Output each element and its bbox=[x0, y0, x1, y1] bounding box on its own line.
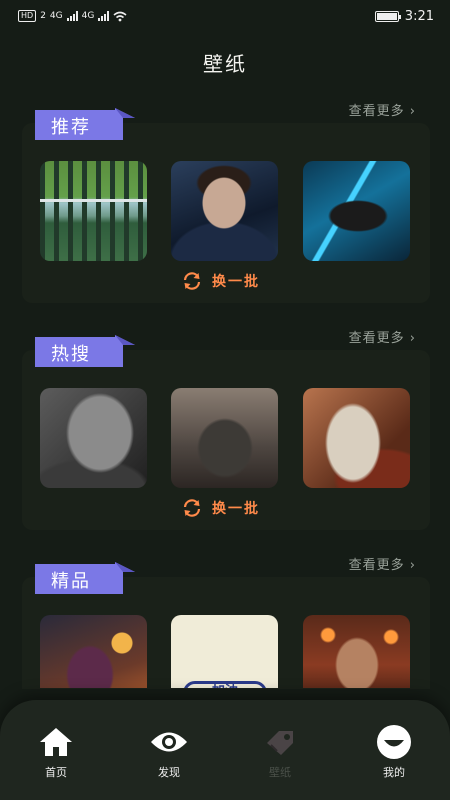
thumb-row-premium: 加油 bbox=[40, 615, 412, 688]
nav-discover[interactable]: 发现 bbox=[129, 722, 209, 780]
see-more-recommend[interactable]: 查看更多 › bbox=[349, 100, 416, 119]
eye-icon bbox=[151, 732, 187, 752]
tag-icon bbox=[267, 731, 293, 755]
refresh-button-hot[interactable]: 换一批 bbox=[182, 497, 260, 519]
section-tag-premium: 精品 bbox=[35, 562, 135, 596]
sim-slot-label: 2 bbox=[40, 11, 46, 21]
wallpaper-thumb[interactable] bbox=[171, 161, 278, 261]
nav-wallpaper[interactable]: 壁纸 bbox=[240, 722, 320, 780]
nav-mine[interactable]: 我的 bbox=[354, 722, 434, 780]
thumb-row-hot bbox=[40, 388, 412, 488]
refresh-icon bbox=[183, 272, 201, 290]
network-label-2: 4G bbox=[81, 11, 95, 21]
wallpaper-thumb[interactable] bbox=[40, 388, 147, 488]
home-icon bbox=[40, 728, 72, 756]
status-bar: HD 2 4G 4G 3:21 bbox=[0, 0, 450, 32]
network-label-1: 4G bbox=[49, 11, 63, 21]
wallpaper-thumb[interactable] bbox=[40, 615, 147, 688]
status-icons: HD 2 4G 4G bbox=[18, 10, 127, 22]
thumb-row-recommend bbox=[40, 161, 412, 261]
clock: 3:21 bbox=[404, 8, 434, 24]
battery-icon bbox=[374, 10, 401, 22]
nav-home[interactable]: 首页 bbox=[16, 722, 96, 780]
wifi-icon bbox=[113, 11, 127, 21]
page-title: 壁纸 bbox=[203, 52, 247, 76]
wallpaper-thumb[interactable] bbox=[303, 388, 410, 488]
wallpaper-thumb[interactable] bbox=[171, 388, 278, 488]
section-tag-hot: 热搜 bbox=[35, 335, 135, 369]
refresh-icon bbox=[183, 499, 201, 517]
shirt-print-text: 加油 bbox=[183, 681, 267, 688]
section-tag-recommend: 推荐 bbox=[35, 108, 135, 142]
bottom-nav: 首页 发现 壁纸 我的 bbox=[0, 700, 450, 800]
wallpaper-thumb[interactable]: 加油 bbox=[171, 615, 278, 688]
wallpaper-thumb[interactable] bbox=[40, 161, 147, 261]
wallpaper-thumb[interactable] bbox=[303, 615, 410, 688]
hd-badge: HD bbox=[18, 10, 37, 22]
see-more-hot[interactable]: 查看更多 › bbox=[349, 327, 416, 346]
smile-icon bbox=[377, 725, 411, 759]
signal-icon bbox=[66, 11, 78, 21]
refresh-button-recommend[interactable]: 换一批 bbox=[182, 270, 260, 292]
signal-icon-2 bbox=[98, 11, 110, 21]
see-more-premium[interactable]: 查看更多 › bbox=[349, 554, 416, 573]
wallpaper-thumb[interactable] bbox=[303, 161, 410, 261]
